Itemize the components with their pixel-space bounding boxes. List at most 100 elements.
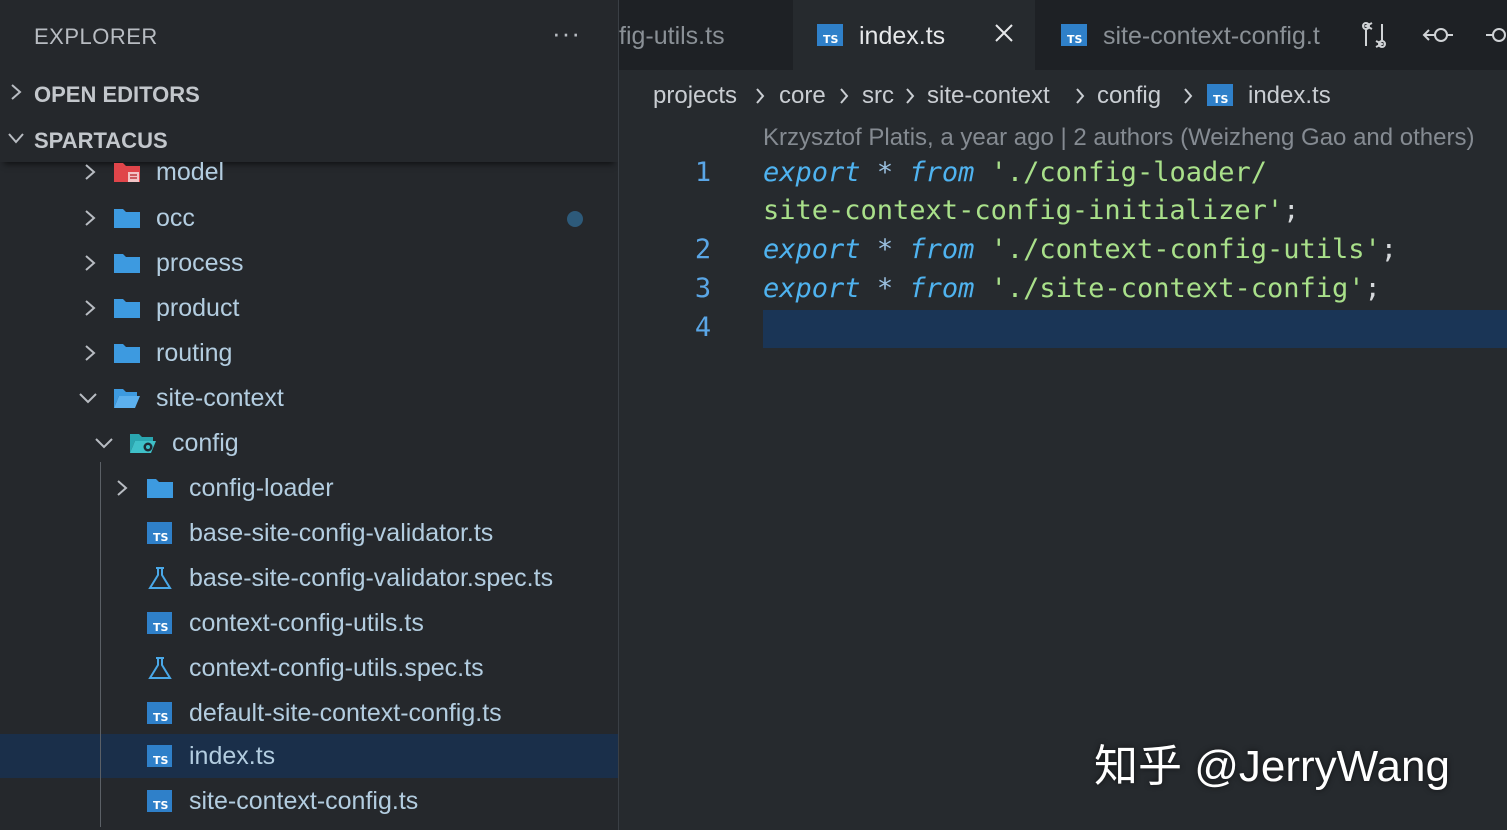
chevron-right-icon	[1076, 88, 1085, 104]
typescript-file-icon: TS	[147, 790, 172, 812]
go-forward-icon[interactable]	[1485, 18, 1507, 52]
tab-label: fig-utils.ts	[619, 22, 725, 50]
tree-item-config[interactable]: config	[0, 421, 618, 465]
typescript-file-icon: TS	[1061, 24, 1087, 46]
chevron-right-icon	[906, 88, 915, 104]
indent-guide	[100, 462, 101, 827]
tab-fig-utils[interactable]: fig-utils.ts	[619, 0, 791, 70]
folder-icon	[114, 344, 140, 363]
svg-text:TS: TS	[153, 711, 169, 724]
tree-item-routing[interactable]: routing	[0, 331, 618, 375]
breadcrumb-item[interactable]: core	[779, 82, 826, 110]
keyword: export	[763, 157, 861, 188]
keyword: from	[909, 157, 975, 188]
punctuation: ;	[1283, 195, 1300, 226]
string: './site-context-config'	[990, 273, 1365, 304]
tree-item-site-context[interactable]: site-context	[0, 376, 618, 420]
compare-changes-icon[interactable]	[1357, 18, 1391, 52]
tab-label: index.ts	[859, 22, 946, 50]
section-label: OPEN EDITORS	[34, 82, 200, 107]
tree-item-model[interactable]: model	[0, 152, 618, 196]
operator: *	[876, 234, 894, 265]
go-back-icon[interactable]	[1421, 18, 1455, 52]
editor-pane: fig-utils.ts TS index.ts TS site-context…	[619, 0, 1507, 830]
code-line: export * from './site-context-config';	[763, 273, 1381, 304]
svg-text:TS: TS	[153, 799, 169, 812]
tree-item-label: site-context	[156, 384, 284, 412]
breadcrumb-item[interactable]: site-context	[927, 82, 1050, 110]
typescript-file-icon: TS	[147, 522, 172, 544]
svg-text:TS: TS	[153, 531, 169, 544]
section-open-editors[interactable]: OPEN EDITORS	[0, 72, 618, 116]
tree-item-label: config-loader	[189, 474, 334, 502]
breadcrumb: projects core src site-context config TS…	[619, 72, 1507, 118]
chevron-right-icon	[85, 300, 96, 316]
tree-item-base-site-config-validator-spec[interactable]: base-site-config-validator.spec.ts	[0, 556, 618, 600]
tree-item-site-context-config[interactable]: TS site-context-config.ts	[0, 779, 618, 823]
typescript-file-icon: TS	[147, 745, 172, 767]
config-folder-icon	[130, 434, 156, 453]
line-number: 2	[694, 234, 712, 265]
explorer-header: EXPLORER ···	[0, 0, 618, 70]
breadcrumb-item[interactable]: config	[1097, 82, 1161, 110]
folder-icon	[114, 209, 140, 228]
chevron-right-icon	[11, 84, 22, 100]
chevron-right-icon	[756, 88, 765, 104]
tree-item-default-site-context-config[interactable]: TS default-site-context-config.ts	[0, 691, 618, 735]
tree-item-index[interactable]: TS index.ts	[0, 734, 618, 778]
breadcrumb-item[interactable]: index.ts	[1248, 82, 1331, 110]
code-line: export * from './config-loader/	[763, 157, 1267, 188]
chevron-down-icon	[8, 133, 24, 144]
flask-test-icon	[148, 567, 172, 589]
folder-icon	[114, 254, 140, 273]
tree-item-label: routing	[156, 339, 233, 367]
tree-item-process[interactable]: process	[0, 241, 618, 285]
breadcrumb-item[interactable]: src	[862, 82, 894, 110]
chevron-right-icon	[85, 345, 96, 361]
svg-text:TS: TS	[1067, 33, 1083, 46]
tree-item-label: default-site-context-config.ts	[189, 699, 502, 727]
explorer-sidebar: EXPLORER ··· OPEN EDITORS SPARTACUS mode…	[0, 0, 619, 830]
chevron-right-icon	[85, 255, 96, 271]
folder-open-icon	[114, 389, 140, 408]
flask-test-icon	[148, 657, 172, 679]
operator: *	[876, 273, 894, 304]
explorer-title: EXPLORER	[34, 24, 158, 49]
operator: *	[876, 157, 894, 188]
tab-site-context-config[interactable]: TS site-context-config.t	[1039, 0, 1349, 70]
modified-dot-icon	[567, 211, 583, 227]
tree-item-occ[interactable]: occ	[0, 196, 618, 240]
folder-icon	[114, 299, 140, 318]
chevron-right-icon	[85, 210, 96, 226]
tab-label: site-context-config.t	[1103, 22, 1320, 50]
close-icon[interactable]	[991, 20, 1017, 46]
code-line-wrapped: site-context-config-initializer';	[763, 195, 1299, 226]
string: site-context-config-initializer'	[763, 195, 1284, 226]
tab-bar: fig-utils.ts TS index.ts TS site-context…	[619, 0, 1507, 70]
keyword: export	[763, 273, 861, 304]
svg-text:TS: TS	[153, 621, 169, 634]
tree-item-context-config-utils-spec[interactable]: context-config-utils.spec.ts	[0, 646, 618, 690]
tab-index[interactable]: TS index.ts	[793, 0, 1035, 70]
git-blame-annotation[interactable]: Krzysztof Platis, a year ago | 2 authors…	[763, 124, 1474, 152]
tree-item-product[interactable]: product	[0, 286, 618, 330]
svg-text:TS: TS	[153, 754, 169, 767]
breadcrumb-item[interactable]: projects	[653, 82, 737, 110]
watermark: 知乎 @JerryWang	[1094, 742, 1450, 791]
file-tree: model occ process product routing site-c…	[0, 152, 618, 830]
more-actions-icon[interactable]: ···	[552, 18, 581, 49]
tree-item-label: context-config-utils.spec.ts	[189, 654, 484, 682]
chevron-right-icon	[840, 88, 849, 104]
chevron-right-icon	[117, 480, 128, 496]
string: './context-config-utils'	[990, 234, 1381, 265]
tree-item-base-site-config-validator[interactable]: TS base-site-config-validator.ts	[0, 511, 618, 555]
tree-item-config-loader[interactable]: config-loader	[0, 466, 618, 510]
tree-item-label: site-context-config.ts	[189, 787, 419, 815]
tree-item-label: index.ts	[189, 742, 276, 770]
editor-actions	[1341, 0, 1507, 70]
typescript-file-icon: TS	[817, 24, 843, 46]
typescript-file-icon: TS	[147, 702, 172, 724]
tree-item-context-config-utils[interactable]: TS context-config-utils.ts	[0, 601, 618, 645]
line-number: 4	[694, 312, 712, 343]
tree-item-label: process	[156, 249, 244, 277]
